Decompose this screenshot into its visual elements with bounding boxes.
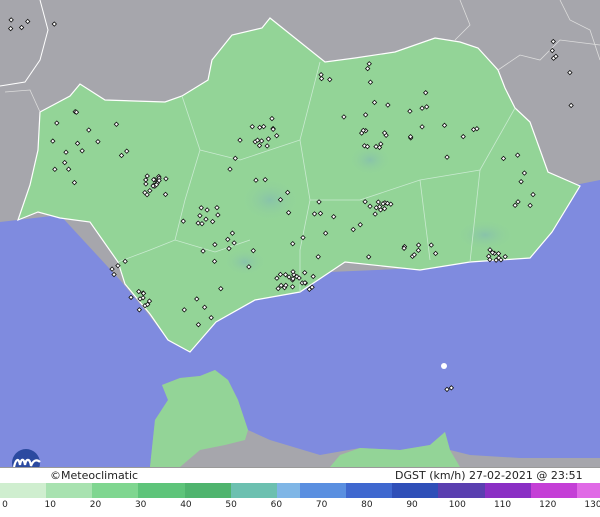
scale-swatch [323, 483, 347, 498]
color-scale-bar [0, 483, 600, 498]
scale-tick-label: 110 [493, 500, 512, 510]
map-root: ©Meteoclimatic DGST (km/h) 27-02-2021 @ … [0, 0, 600, 517]
scale-swatch [0, 483, 24, 498]
scale-tick-label: 60 [270, 500, 283, 510]
scale-swatch [415, 483, 439, 498]
scale-swatch [92, 483, 116, 498]
scale-swatch [300, 483, 324, 498]
scale-swatch [138, 483, 162, 498]
scale-tick-label: 100 [448, 500, 466, 510]
variable-label: DGST (km/h) [395, 469, 466, 482]
relief-shading [455, 219, 515, 251]
scale-swatch [507, 483, 531, 498]
scale-swatch [461, 483, 485, 498]
scale-swatch [438, 483, 462, 498]
scale-swatch [553, 483, 577, 498]
scale-swatch [23, 483, 47, 498]
scale-swatch [576, 483, 600, 498]
color-scale-labels: 0 10 20 30 40 50 60 70 80 90 100 110 120 130 [0, 498, 600, 517]
relief-shading [348, 144, 392, 176]
scale-swatch [230, 483, 254, 498]
scale-tick-label: 130 [584, 500, 600, 510]
credit-text[interactable]: ©Meteoclimatic [50, 468, 138, 483]
scale-swatch [115, 483, 139, 498]
scale-swatch [207, 483, 231, 498]
scale-swatch [392, 483, 416, 498]
scale-swatch [346, 483, 370, 498]
scale-tick-label: 90 [406, 500, 418, 510]
scale-tick-label: 10 [44, 500, 56, 510]
relief-shading [240, 178, 300, 222]
scale-swatch [484, 483, 508, 498]
scale-tick-label: 40 [180, 500, 192, 510]
scale-tick-label: 120 [539, 500, 557, 510]
scale-swatch [530, 483, 554, 498]
scale-swatch [369, 483, 393, 498]
scale-swatch [161, 483, 185, 498]
scale-swatch [69, 483, 93, 498]
scale-tick-label: 30 [134, 500, 147, 510]
info-bar: ©Meteoclimatic DGST (km/h) 27-02-2021 @ … [0, 467, 600, 497]
scale-tick-label: 20 [89, 500, 102, 510]
scale-tick-label: 80 [361, 500, 373, 510]
scale-tick-label: 50 [225, 500, 237, 510]
wind-gust-map[interactable] [0, 0, 600, 467]
relief-shading [223, 248, 267, 276]
scale-swatch [46, 483, 70, 498]
scale-tick-label: 0 [2, 500, 8, 510]
island [441, 363, 447, 369]
scale-swatch [184, 483, 208, 498]
scale-swatch [276, 483, 301, 498]
scale-swatch [253, 483, 277, 498]
scale-tick-label: 70 [315, 500, 328, 510]
